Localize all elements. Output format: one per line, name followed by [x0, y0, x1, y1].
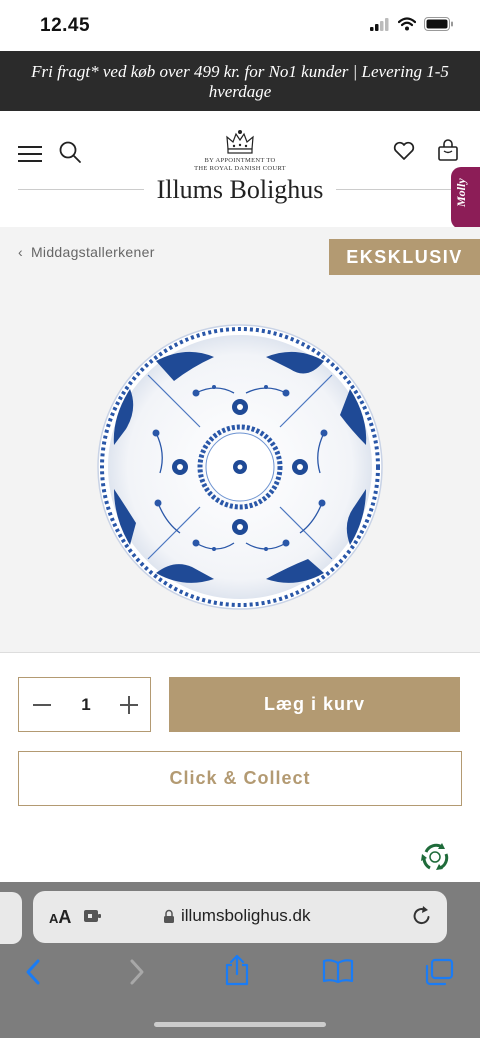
- text-size-large: A: [58, 907, 72, 927]
- status-icons: [370, 17, 454, 31]
- status-time: 12.45: [40, 15, 91, 36]
- exclusive-badge: EKSKLUSIV: [329, 239, 480, 275]
- promo-banner[interactable]: Fri fragt* ved køb over 499 kr. for No1 …: [0, 51, 480, 111]
- signal-icon: [370, 17, 389, 31]
- click-collect-button[interactable]: Click & Collect: [18, 751, 462, 806]
- text-size-small: A: [49, 911, 59, 926]
- quantity-stepper: 1: [18, 677, 151, 732]
- divider: [0, 652, 480, 653]
- chat-tab[interactable]: Molly: [451, 167, 480, 229]
- browser-nav: [0, 954, 480, 998]
- tabs-icon[interactable]: [424, 958, 454, 986]
- site-logo[interactable]: Illums Bolighus: [0, 175, 480, 205]
- forward-icon[interactable]: [128, 958, 146, 986]
- wifi-icon: [398, 17, 416, 31]
- product-gallery: ‹ Middagstallerkener EKSKLUSIV: [0, 227, 480, 653]
- url-text: illumsbolighus.dk: [181, 906, 311, 925]
- quantity-value[interactable]: 1: [69, 695, 103, 715]
- plus-icon[interactable]: [120, 696, 138, 714]
- promo-text: Fri fragt* ved køb over 499 kr. for No1 …: [31, 62, 449, 101]
- breadcrumb[interactable]: ‹ Middagstallerkener: [18, 244, 155, 260]
- chevron-left-icon: ‹: [18, 244, 23, 260]
- recycle-icon[interactable]: [418, 840, 452, 874]
- add-to-cart-button[interactable]: Læg i kurv: [169, 677, 460, 732]
- battery-icon: [424, 17, 453, 31]
- previous-tab[interactable]: [0, 892, 22, 944]
- reload-icon[interactable]: [411, 905, 433, 927]
- home-indicator[interactable]: [154, 1022, 326, 1027]
- extension-icon[interactable]: [83, 908, 103, 924]
- bag-icon[interactable]: [437, 139, 459, 163]
- browser-toolbar: AA illumsbolighus.dk: [0, 882, 480, 1038]
- product-image[interactable]: [96, 323, 384, 611]
- share-icon[interactable]: [224, 954, 250, 986]
- status-bar: 12.45: [0, 0, 480, 52]
- text-size-button[interactable]: AA: [49, 907, 71, 928]
- chat-tab-label: Molly: [454, 178, 468, 207]
- address-bar[interactable]: AA illumsbolighus.dk: [33, 891, 447, 943]
- appointment-line-2: THE ROYAL DANISH COURT: [194, 165, 286, 172]
- breadcrumb-label: Middagstallerkener: [30, 244, 155, 260]
- bookmarks-icon[interactable]: [322, 958, 354, 984]
- lock-icon: [164, 909, 174, 923]
- site-header: BY APPOINTMENT TO THE ROYAL DANISH COURT…: [0, 111, 480, 229]
- heart-icon[interactable]: [393, 141, 415, 161]
- crown-icon: [226, 130, 254, 154]
- minus-icon[interactable]: [33, 704, 51, 706]
- back-icon[interactable]: [24, 958, 42, 986]
